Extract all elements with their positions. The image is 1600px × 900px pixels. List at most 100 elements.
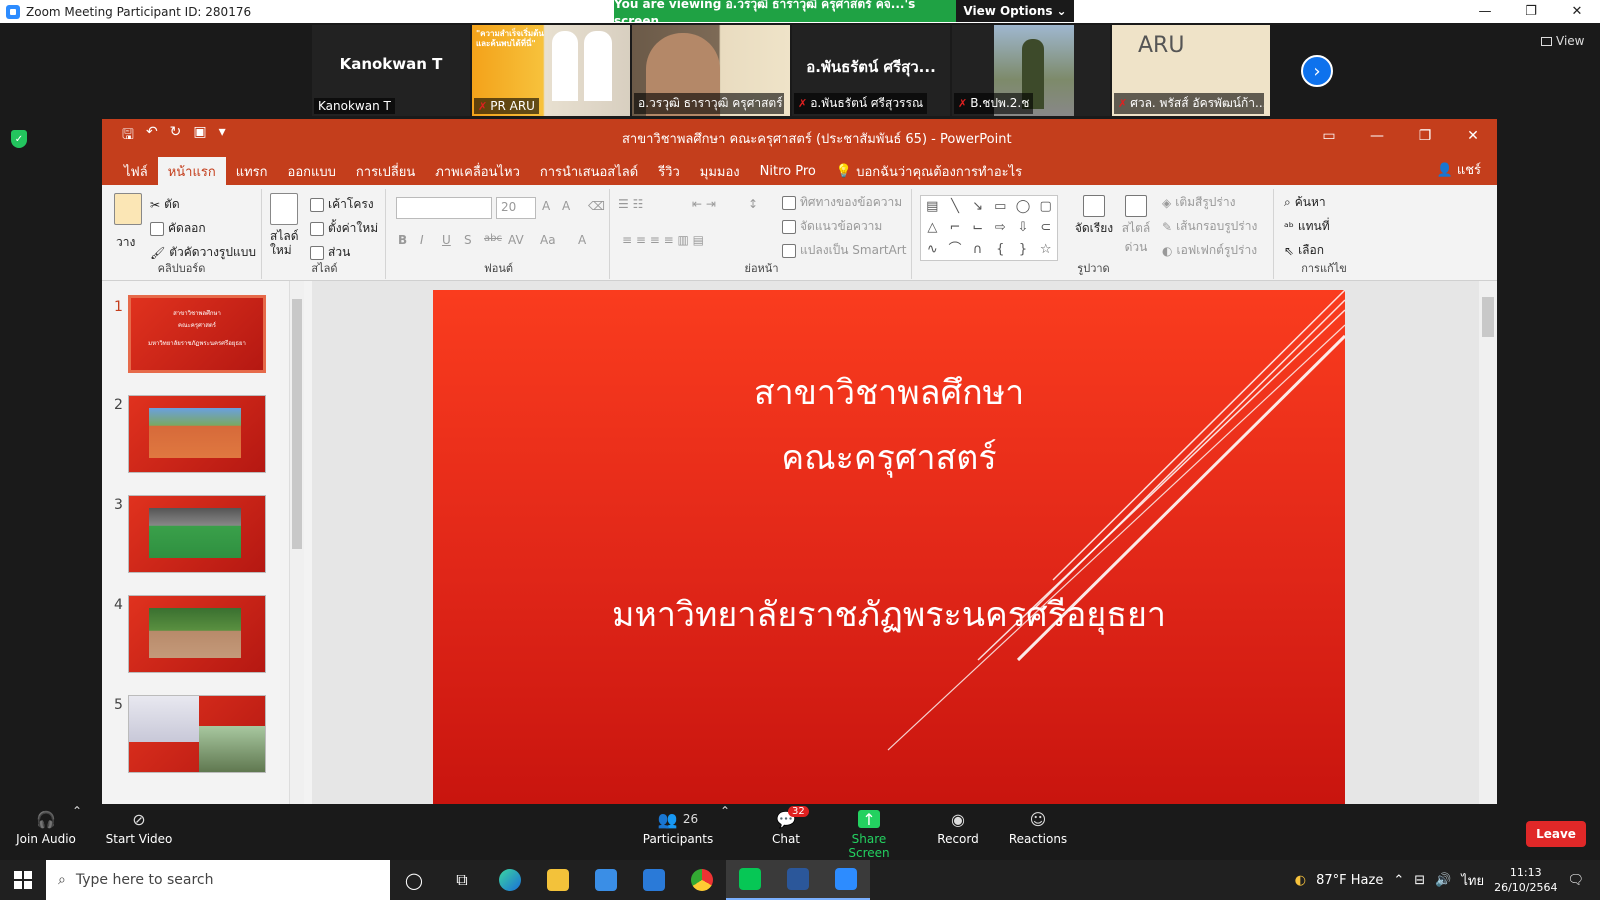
- copy-button[interactable]: คัดลอก: [150, 219, 206, 238]
- shadow-button[interactable]: S: [464, 233, 472, 247]
- select-button[interactable]: ⇖ เลือก: [1284, 241, 1324, 260]
- customize-toolbar-icon[interactable]: ▾: [219, 124, 226, 148]
- slide-thumbnail[interactable]: [128, 495, 266, 573]
- clear-format-icon[interactable]: ⌫: [588, 199, 605, 213]
- input-language[interactable]: ไทย: [1461, 870, 1484, 891]
- grow-font-button[interactable]: A: [542, 199, 550, 213]
- tab-nitro[interactable]: Nitro Pro: [750, 157, 826, 185]
- zoom-taskbar-icon[interactable]: [822, 860, 870, 900]
- tab-file[interactable]: ไฟล์: [114, 157, 158, 185]
- notification-icon[interactable]: 🗨: [1567, 873, 1584, 888]
- bold-button[interactable]: B: [398, 233, 407, 247]
- shapes-gallery[interactable]: ▤ ╲ ↘ ▭ ◯ ▢ △ ⌐ ⌙ ⇨ ⇩ ⊂ ∿ ⌒ ∩{} ☆: [920, 195, 1058, 261]
- tab-home[interactable]: หน้าแรก: [157, 157, 226, 185]
- find-button[interactable]: ⌕ ค้นหา: [1284, 193, 1326, 212]
- align-icons[interactable]: ≡ ≡ ≡ ≡ ▥ ▤: [622, 233, 704, 247]
- indent-icon[interactable]: ⇤ ⇥: [692, 197, 716, 211]
- layout-button[interactable]: เค้าโครง: [310, 195, 374, 214]
- callout-shape-icon[interactable]: ⊂: [1034, 217, 1057, 238]
- chat-button[interactable]: 💬 32 Chat: [766, 806, 809, 846]
- close-icon[interactable]: ✕: [1449, 119, 1497, 153]
- tab-insert[interactable]: แทรก: [226, 157, 278, 185]
- file-explorer-icon[interactable]: [534, 860, 582, 900]
- minimize-icon[interactable]: —: [1353, 119, 1401, 153]
- text-direction-button[interactable]: ทิศทางของข้อความ: [782, 193, 902, 212]
- participant-tile[interactable]: อ.พันธรัตน์ ศรีสุว... ✗ อ.พันธรัตน์ ศรีสุ…: [792, 25, 950, 116]
- font-size-input[interactable]: 20: [496, 197, 536, 219]
- tab-review[interactable]: รีวิว: [648, 157, 690, 185]
- word-icon[interactable]: [774, 860, 822, 900]
- share-button[interactable]: 👤 แชร์: [1436, 159, 1481, 180]
- tab-animations[interactable]: ภาพเคลื่อนไหว: [425, 157, 530, 185]
- down-arrow-shape-icon[interactable]: ⇩: [1012, 217, 1035, 238]
- view-options-button[interactable]: View Options ⌄: [956, 0, 1074, 22]
- slide-title-line1[interactable]: สาขาวิชาพลศึกษา: [433, 365, 1345, 419]
- rectangle-shape-icon[interactable]: ▭: [989, 196, 1012, 217]
- undo-icon[interactable]: ↶: [146, 124, 158, 148]
- brace-left-shape-icon[interactable]: {: [989, 239, 1012, 260]
- arrange-button[interactable]: จัดเรียง: [1074, 195, 1114, 238]
- edge-icon[interactable]: [486, 860, 534, 900]
- tab-view[interactable]: มุมมอง: [690, 157, 750, 185]
- view-button[interactable]: View: [1541, 34, 1584, 48]
- oval-shape-icon[interactable]: ◯: [1012, 196, 1035, 217]
- clock[interactable]: 11:13 26/10/2564: [1494, 865, 1557, 895]
- shrink-font-button[interactable]: A: [562, 199, 570, 213]
- taskbar-search[interactable]: ⌕ Type here to search: [46, 860, 390, 900]
- restore-icon[interactable]: ❐: [1401, 119, 1449, 153]
- triangle-shape-icon[interactable]: △: [921, 217, 944, 238]
- freeform-shape-icon[interactable]: ∩: [966, 239, 989, 260]
- arc-shape-icon[interactable]: ⌒: [944, 239, 967, 260]
- participant-tile-active[interactable]: อ.วรวุฒิ ธาราวุฒิ ครุศาสตร์ ...: [632, 25, 790, 116]
- connector-shape-icon[interactable]: ⌐: [944, 217, 967, 238]
- textbox-shape-icon[interactable]: ▤: [921, 196, 944, 217]
- shield-icon[interactable]: ✓: [11, 130, 27, 148]
- slide-scrollbar[interactable]: [1479, 281, 1497, 807]
- join-audio-button[interactable]: 🎧 Join Audio: [16, 810, 76, 847]
- shape-outline-button[interactable]: ✎ เส้นกรอบรูปร่าง: [1162, 217, 1257, 236]
- font-color-button[interactable]: A: [578, 233, 586, 247]
- restore-icon[interactable]: ❐: [1508, 0, 1554, 23]
- tab-design[interactable]: ออกแบบ: [278, 157, 346, 185]
- scrollbar-thumb[interactable]: [292, 299, 302, 549]
- new-slide-icon[interactable]: [270, 193, 298, 225]
- chevron-up-icon[interactable]: ⌃: [1393, 873, 1404, 888]
- participant-tile[interactable]: Kanokwan T Kanokwan T: [312, 25, 470, 116]
- chrome-icon[interactable]: [678, 860, 726, 900]
- slide-title-line2[interactable]: คณะครุศาสตร์: [433, 430, 1345, 484]
- network-icon[interactable]: ⊟: [1414, 873, 1425, 888]
- replace-button[interactable]: ᵃᵇ แทนที่: [1284, 217, 1330, 236]
- slide-thumbnail[interactable]: [128, 595, 266, 673]
- participant-tile[interactable]: ARU ✗ ศวล. พรัสส์ อัครพัฒน์ก้า...: [1112, 25, 1270, 116]
- minimize-icon[interactable]: —: [1462, 0, 1508, 23]
- thumbnail-scrollbar[interactable]: [289, 281, 304, 807]
- audio-options-chevron[interactable]: ⌃: [72, 804, 82, 818]
- line-icon[interactable]: [726, 860, 774, 900]
- ribbon-display-icon[interactable]: ▭: [1305, 119, 1353, 153]
- bullets-icon[interactable]: ☰ ☷: [618, 197, 643, 211]
- elbow-shape-icon[interactable]: ⌙: [966, 217, 989, 238]
- font-name-input[interactable]: [396, 197, 492, 219]
- start-slideshow-icon[interactable]: ▣: [193, 124, 206, 148]
- next-page-button[interactable]: ›: [1301, 55, 1333, 87]
- mail-icon[interactable]: [630, 860, 678, 900]
- char-spacing-button[interactable]: AV: [508, 233, 524, 247]
- cortana-icon[interactable]: ◯: [390, 860, 438, 900]
- reactions-button[interactable]: ☺ Reactions: [1009, 810, 1067, 847]
- save-icon[interactable]: 🖫: [122, 124, 134, 148]
- align-text-button[interactable]: จัดแนวข้อความ: [782, 217, 882, 236]
- arrow-line-shape-icon[interactable]: ↘: [966, 196, 989, 217]
- participant-tile[interactable]: "ความสำเร็จเริ่มต้นและค้นพบได้ที่นี่" ✗ P…: [472, 25, 630, 116]
- slide-thumbnail[interactable]: สาขาวิชาพลศึกษา คณะครุศาสตร์ มหาวิทยาลัย…: [128, 295, 266, 373]
- quick-styles-button[interactable]: สไตล์ ด่วน: [1118, 195, 1154, 257]
- tab-transitions[interactable]: การเปลี่ยน: [346, 157, 425, 185]
- weather-text[interactable]: 87°F Haze: [1316, 873, 1383, 888]
- shape-fill-button[interactable]: ◈ เติมสีรูปร่าง: [1162, 193, 1235, 212]
- tell-me-box[interactable]: 💡 บอกฉันว่าคุณต้องการทำอะไร: [826, 157, 1032, 185]
- rounded-rect-shape-icon[interactable]: ▢: [1034, 196, 1057, 217]
- shape-effects-button[interactable]: ◐ เอฟเฟกต์รูปร่าง: [1162, 241, 1257, 260]
- start-video-button[interactable]: ⊘ Start Video: [104, 810, 174, 847]
- line-spacing-icon[interactable]: ↕: [748, 197, 758, 211]
- paste-icon[interactable]: [114, 193, 142, 225]
- scrollbar-thumb[interactable]: [1482, 297, 1494, 337]
